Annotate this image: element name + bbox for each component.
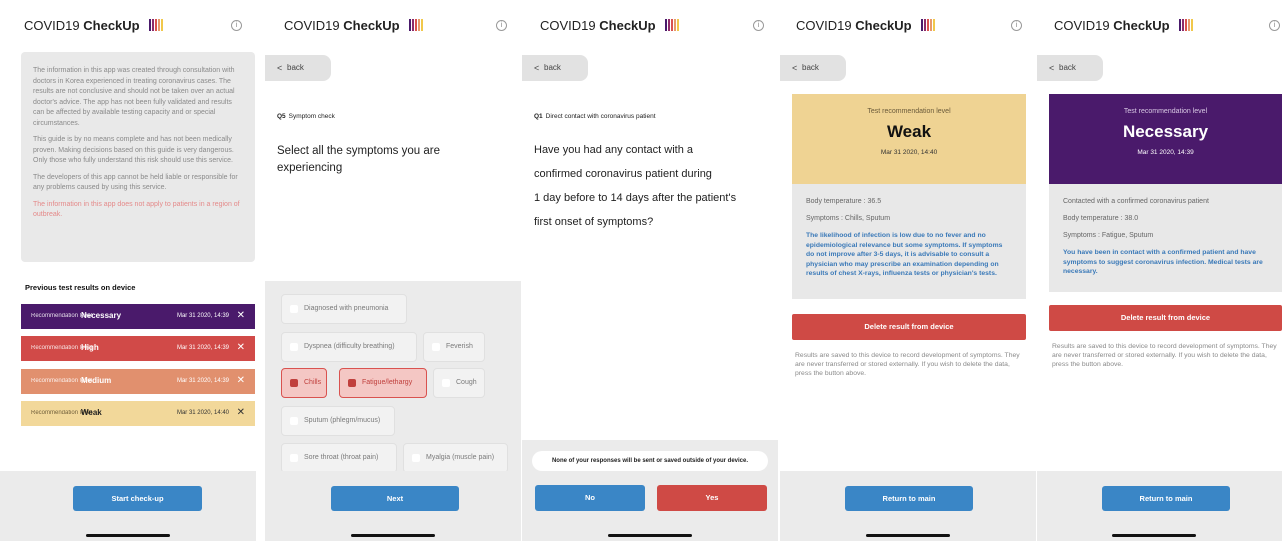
info-icon[interactable]: i bbox=[1269, 20, 1280, 31]
result-weak-screen: COVID19 CheckUp i < back Test recommendat… bbox=[780, 0, 1036, 541]
symptom-chip[interactable]: Sputum (phlegm/mucus) bbox=[281, 406, 395, 436]
close-icon[interactable]: ✕ bbox=[237, 407, 245, 418]
disclaimer-text: This guide is by no means complete and h… bbox=[33, 136, 234, 164]
result-row-weak[interactable]: Recommendation level Weak Mar 31 2020, 1… bbox=[21, 401, 255, 426]
app-title: COVID19 CheckUp bbox=[284, 18, 423, 33]
symptom-chip[interactable]: Sore throat (throat pain) bbox=[281, 443, 397, 473]
return-main-button[interactable]: Return to main bbox=[1102, 486, 1230, 511]
return-main-button[interactable]: Return to main bbox=[845, 486, 973, 511]
contact-question-screen: COVID19 CheckUp i < back Q1 Direct contact… bbox=[522, 0, 778, 541]
back-button[interactable]: < back bbox=[522, 55, 588, 81]
result-level: Weak bbox=[886, 122, 932, 141]
info-icon[interactable]: i bbox=[1011, 20, 1022, 31]
home-indicator bbox=[866, 534, 950, 537]
symptom-chip-selected[interactable]: Fatigue/lethargy bbox=[339, 368, 427, 398]
info-icon[interactable]: i bbox=[231, 20, 242, 31]
result-row-necessary[interactable]: Recommendation level Necessary Mar 31 20… bbox=[21, 304, 255, 329]
symptom-chip[interactable]: Diagnosed with pneumonia bbox=[281, 294, 407, 324]
recommendation-text: The likelihood of infection is low due t… bbox=[806, 232, 1003, 277]
home-indicator bbox=[351, 534, 435, 537]
disclaimer-text: The information in this app was created … bbox=[33, 67, 235, 127]
app-header: COVID19 CheckUp i bbox=[1037, 14, 1282, 38]
previous-results-title: Previous test results on device bbox=[25, 283, 136, 292]
chevron-left-icon: < bbox=[1049, 63, 1055, 73]
checkbox-icon bbox=[290, 305, 298, 313]
app-logo-icon bbox=[664, 19, 679, 31]
result-details: Contacted with a confirmed coronavirus p… bbox=[1049, 184, 1282, 292]
app-header: COVID19 CheckUp i bbox=[0, 14, 256, 38]
delete-result-button[interactable]: Delete result from device bbox=[792, 314, 1026, 340]
privacy-notice: None of your responses will be sent or s… bbox=[532, 451, 768, 471]
recommendation-text: You have been in contact with a confirme… bbox=[1063, 249, 1263, 275]
yes-button[interactable]: Yes bbox=[657, 485, 767, 511]
checkbox-checked-icon bbox=[290, 379, 298, 387]
close-icon[interactable]: ✕ bbox=[237, 375, 245, 386]
save-note: Results are saved to this device to reco… bbox=[1052, 343, 1277, 368]
symptom-chip[interactable]: Cough bbox=[433, 368, 485, 398]
app-logo-icon bbox=[920, 19, 935, 31]
checkbox-icon bbox=[442, 379, 450, 387]
app-header: COVID19 CheckUp i bbox=[780, 14, 1036, 38]
app-header: COVID19 CheckUp i bbox=[522, 14, 778, 38]
checkbox-icon bbox=[290, 343, 298, 351]
next-button[interactable]: Next bbox=[331, 486, 459, 511]
disclaimer-warning: The information in this app does not app… bbox=[33, 200, 240, 219]
start-checkup-button[interactable]: Start check-up bbox=[73, 486, 202, 511]
close-icon[interactable]: ✕ bbox=[237, 310, 245, 321]
close-icon[interactable]: ✕ bbox=[237, 342, 245, 353]
chevron-left-icon: < bbox=[534, 63, 540, 73]
app-logo-icon bbox=[408, 19, 423, 31]
disclaimer-box: The information in this app was created … bbox=[21, 52, 255, 262]
app-logo-icon bbox=[1178, 19, 1193, 31]
save-note: Results are saved to this device to reco… bbox=[795, 352, 1020, 377]
back-button[interactable]: < back bbox=[780, 55, 846, 81]
info-icon[interactable]: i bbox=[496, 20, 507, 31]
question-number: Q5 Symptom check bbox=[277, 113, 335, 120]
question-text: Have you had any contact with a confirme… bbox=[534, 144, 737, 228]
app-title: COVID19 CheckUp bbox=[540, 18, 679, 33]
result-necessary-screen: COVID19 CheckUp i < back Test recommendat… bbox=[1037, 0, 1282, 541]
result-row-high[interactable]: Recommendation level High Mar 31 2020, 1… bbox=[21, 336, 255, 361]
home-screen: COVID19 CheckUp i The information in thi… bbox=[0, 0, 256, 541]
chevron-left-icon: < bbox=[277, 63, 283, 73]
result-row-medium[interactable]: Recommendation level Medium Mar 31 2020,… bbox=[21, 369, 255, 394]
back-button[interactable]: < back bbox=[265, 55, 331, 81]
question-text: Select all the symptoms you are experien… bbox=[277, 145, 440, 174]
result-details: Body temperature : 36.5 Symptoms : Chill… bbox=[792, 184, 1026, 299]
result-card: Test recommendation level Weak Mar 31 20… bbox=[792, 94, 1026, 184]
checkbox-icon bbox=[290, 417, 298, 425]
checkbox-checked-icon bbox=[348, 379, 356, 387]
disclaimer-text: The developers of this app cannot be hel… bbox=[33, 173, 238, 192]
app-title: COVID19 CheckUp bbox=[796, 18, 935, 33]
symptom-chip[interactable]: Myalgia (muscle pain) bbox=[403, 443, 508, 473]
app-title: COVID19 CheckUp bbox=[1054, 18, 1193, 33]
chevron-left-icon: < bbox=[792, 63, 798, 73]
checkbox-icon bbox=[432, 343, 440, 351]
delete-result-button[interactable]: Delete result from device bbox=[1049, 305, 1282, 331]
home-indicator bbox=[1111, 534, 1196, 537]
result-level: Necessary bbox=[1122, 122, 1209, 141]
symptom-chip[interactable]: Feverish bbox=[423, 332, 485, 362]
app-logo-icon bbox=[148, 19, 163, 31]
checkbox-icon bbox=[290, 454, 298, 462]
info-icon[interactable]: i bbox=[753, 20, 764, 31]
symptom-chip-selected[interactable]: Chills bbox=[281, 368, 327, 398]
back-button[interactable]: < back bbox=[1037, 55, 1103, 81]
symptom-check-screen: COVID19 CheckUp i < back Q5 Symptom check … bbox=[265, 0, 521, 541]
app-title: COVID19 CheckUp bbox=[24, 18, 163, 33]
symptom-chip[interactable]: Dyspnea (difficulty breathing) bbox=[281, 332, 417, 362]
app-header: COVID19 CheckUp i bbox=[265, 14, 521, 38]
home-indicator bbox=[86, 534, 170, 537]
no-button[interactable]: No bbox=[535, 485, 645, 511]
home-indicator bbox=[608, 534, 692, 537]
question-number: Q1 Direct contact with coronavirus patien… bbox=[534, 113, 656, 120]
checkbox-icon bbox=[412, 454, 420, 462]
result-card: Test recommendation level Necessary Mar … bbox=[1049, 94, 1282, 184]
